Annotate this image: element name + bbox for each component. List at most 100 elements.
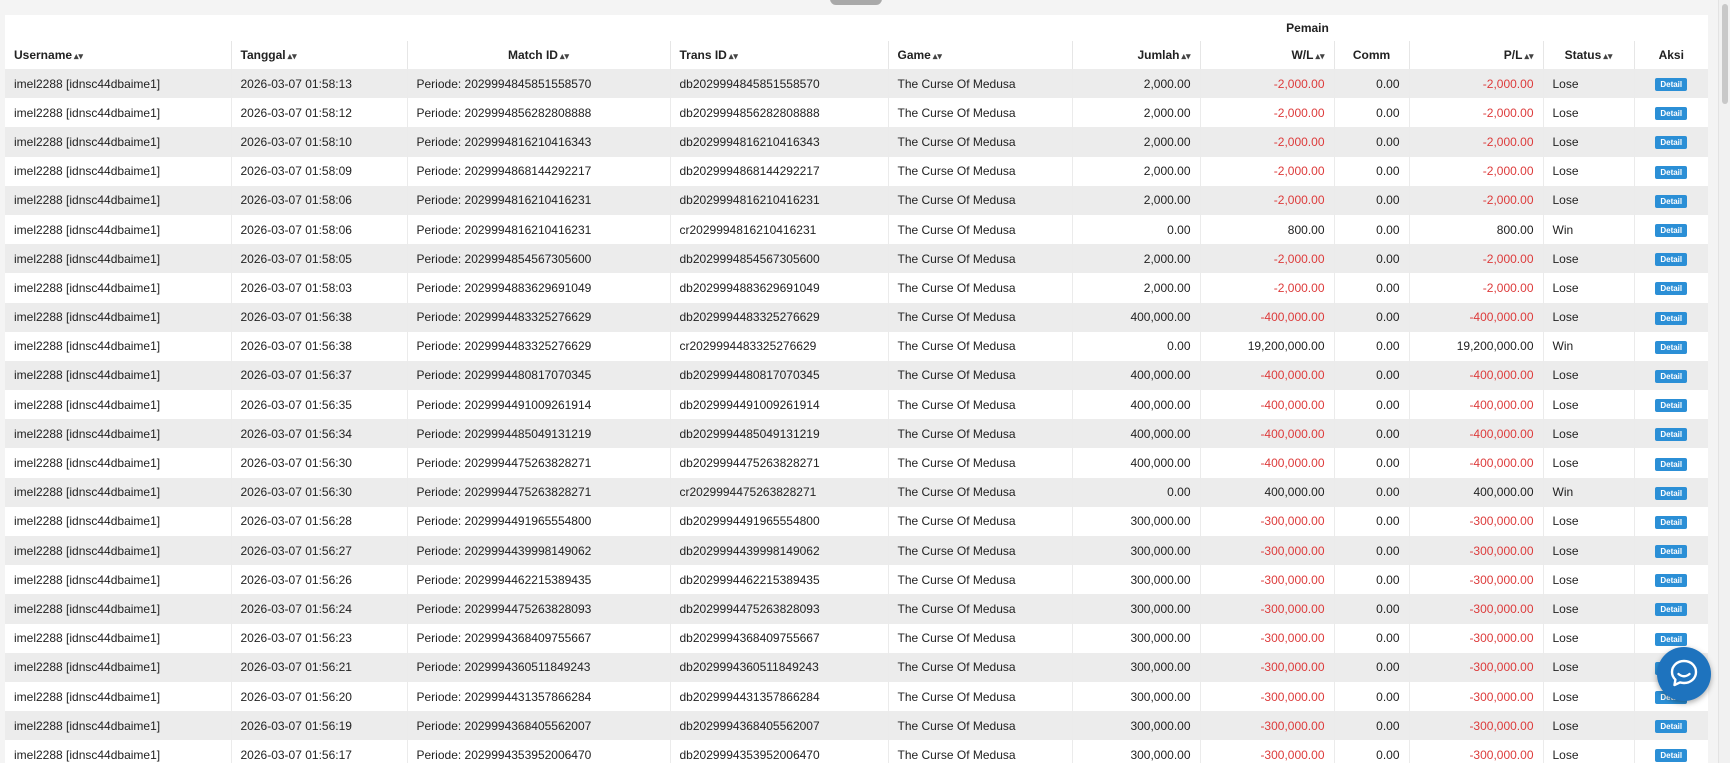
detail-button[interactable]: Detail [1655,165,1688,179]
column-header-wl[interactable]: W/L ▴▾ [1200,41,1335,69]
cell-tanggal-text: 2026-03-07 01:56:37 [240,368,352,383]
detail-button[interactable]: Detail [1655,632,1688,646]
column-header-tanggal[interactable]: Tanggal ▴▾ [231,41,408,69]
cell-comm: 0.00 [1334,652,1410,682]
detail-button[interactable]: Detail [1655,720,1688,734]
cell-trans-id-text: cr2029994483325276629 [679,339,817,354]
cell-tanggal: 2026-03-07 01:56:23 [231,623,408,653]
sort-icon[interactable]: ▴▾ [933,51,942,61]
cell-comm: 0.00 [1334,681,1410,712]
sort-icon[interactable]: ▴▾ [1524,51,1533,61]
cell-trans-id-text: db2029994868144292217 [679,164,820,179]
cell-aksi: Detail [1634,565,1708,595]
detail-button[interactable]: Detail [1655,749,1688,763]
cell-wl: 800.00 [1200,214,1335,245]
date-pill [830,0,882,5]
sort-icon[interactable]: ▴▾ [1603,51,1612,61]
cell-comm: 0.00 [1334,711,1410,741]
cell-trans-id: db2029994462215389435 [670,565,889,595]
column-header-jumlah[interactable]: Jumlah ▴▾ [1072,41,1201,69]
cell-pl-text: -300,000.00 [1469,631,1534,646]
cell-game: The Curse Of Medusa [888,360,1073,391]
cell-match-id-text: Periode: 2029994475263828271 [416,485,592,500]
detail-button[interactable]: Detail [1655,486,1688,500]
cell-username: imel2288 [idnsc44dbaime1] [5,681,232,712]
cell-wl-text: -2,000.00 [1273,164,1325,179]
cell-trans-id: cr2029994483325276629 [670,331,889,361]
cell-match-id-text: Periode: 2029994439998149062 [416,543,592,558]
cell-pl: -300,000.00 [1409,506,1544,536]
sort-icon[interactable]: ▴▾ [729,51,738,61]
cell-aksi: Detail [1634,740,1708,763]
cell-jumlah: 300,000.00 [1072,506,1201,536]
cell-wl-text: -2,000.00 [1273,193,1325,208]
detail-button[interactable]: Detail [1655,107,1688,121]
cell-pl: -400,000.00 [1409,390,1544,420]
column-header-trans-id[interactable]: Trans ID ▴▾ [670,41,889,69]
cell-pl: -2,000.00 [1409,127,1544,157]
detail-button[interactable]: Detail [1655,545,1688,559]
cell-wl-text: -400,000.00 [1260,426,1325,441]
cell-pl-text: -2,000.00 [1482,280,1534,295]
cell-match-id-text: Periode: 2029994475263828093 [416,601,592,616]
bet-history-table: Pemain Username ▴▾ Tanggal ▴▾ Match ID ▴▾ T… [5,15,1708,763]
cell-match-id-text: Periode: 2029994480817070345 [416,368,592,383]
sort-icon[interactable]: ▴▾ [560,51,569,61]
cell-pl: 400,000.00 [1409,477,1544,507]
cell-username-text: imel2288 [idnsc44dbaime1] [14,134,161,149]
chat-button[interactable] [1657,647,1711,701]
column-header-status[interactable]: Status ▴▾ [1543,41,1635,69]
cell-game: The Curse Of Medusa [888,98,1073,128]
vertical-scrollbar[interactable] [1718,0,1730,763]
detail-button[interactable]: Detail [1655,311,1688,325]
column-header-game[interactable]: Game ▴▾ [888,41,1073,69]
detail-button[interactable]: Detail [1655,78,1688,92]
cell-tanggal: 2026-03-07 01:56:38 [231,302,408,332]
detail-button[interactable]: Detail [1655,194,1688,208]
cell-pl: -400,000.00 [1409,302,1544,332]
cell-username-text: imel2288 [idnsc44dbaime1] [14,164,161,179]
cell-wl-text: -300,000.00 [1260,718,1325,733]
cell-username: imel2288 [idnsc44dbaime1] [5,244,232,274]
detail-button[interactable]: Detail [1655,603,1688,617]
detail-button[interactable]: Detail [1655,457,1688,471]
cell-pl: -300,000.00 [1409,536,1544,566]
detail-button[interactable]: Detail [1655,136,1688,150]
cell-trans-id: db2029994480817070345 [670,360,889,391]
cell-tanggal-text: 2026-03-07 01:56:27 [240,543,352,558]
sort-icon[interactable]: ▴▾ [1315,51,1324,61]
detail-button[interactable]: Detail [1655,574,1688,588]
detail-button[interactable]: Detail [1655,224,1688,238]
cell-username: imel2288 [idnsc44dbaime1] [5,536,232,566]
sort-icon[interactable]: ▴▾ [288,51,297,61]
detail-button[interactable]: Detail [1655,253,1688,267]
column-header-username[interactable]: Username ▴▾ [5,41,232,69]
cell-jumlah-text: 300,000.00 [1130,572,1191,587]
table-row: imel2288 [idnsc44dbaime1] 2026-03-07 01:5… [5,98,1708,128]
detail-button[interactable]: Detail [1655,515,1688,529]
scrollbar-thumb[interactable] [1722,4,1728,104]
cell-username-text: imel2288 [idnsc44dbaime1] [14,76,161,91]
sort-icon[interactable]: ▴▾ [1181,51,1190,61]
column-header-match-id[interactable]: Match ID ▴▾ [407,41,671,69]
detail-button[interactable]: Detail [1655,369,1688,383]
cell-match-id: Periode: 2029994462215389435 [407,565,671,595]
sort-icon[interactable]: ▴▾ [74,51,83,61]
cell-game: The Curse Of Medusa [888,740,1073,763]
detail-button[interactable]: Detail [1655,282,1688,296]
cell-game: The Curse Of Medusa [888,594,1073,624]
cell-jumlah: 300,000.00 [1072,623,1201,653]
cell-status: Lose [1543,419,1635,449]
cell-status: Lose [1543,652,1635,682]
column-header-pl[interactable]: P/L ▴▾ [1409,41,1544,69]
cell-game-text: The Curse Of Medusa [897,397,1016,412]
cell-jumlah: 0.00 [1072,214,1201,245]
cell-aksi: Detail [1634,594,1708,624]
cell-match-id: Periode: 2029994368409755667 [407,623,671,653]
cell-trans-id: cr2029994475263828271 [670,477,889,507]
detail-button[interactable]: Detail [1655,399,1688,413]
detail-button[interactable]: Detail [1655,340,1688,354]
detail-button[interactable]: Detail [1655,428,1688,442]
cell-game: The Curse Of Medusa [888,156,1073,186]
column-header-aksi: Aksi [1634,41,1708,69]
